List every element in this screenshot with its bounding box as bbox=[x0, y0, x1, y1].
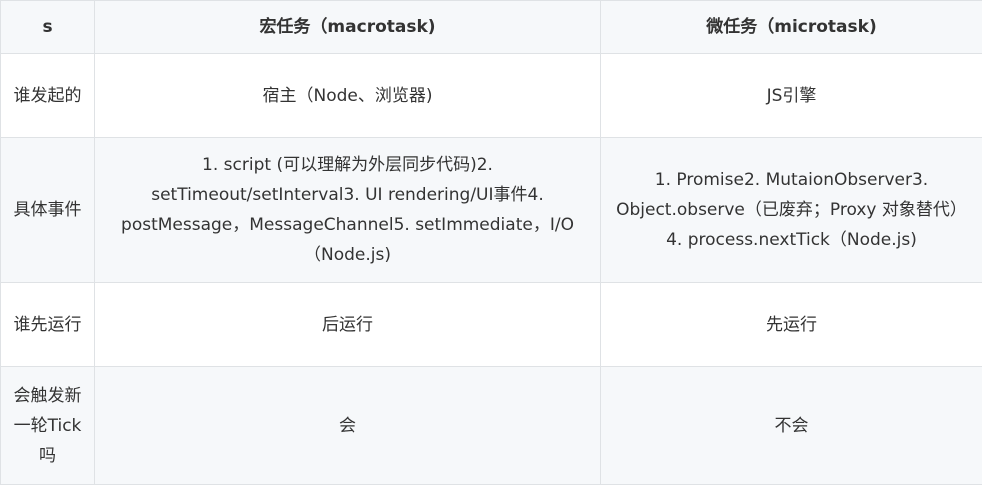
header-cell-corner: s bbox=[1, 1, 95, 54]
macrotask-cell: 1. script (可以理解为外层同步代码)2. setTimeout/set… bbox=[95, 138, 601, 283]
row-label: 谁先运行 bbox=[1, 283, 95, 367]
table-row: 会触发新一轮Tick吗 会 不会 bbox=[1, 367, 982, 485]
header-row: s 宏任务（macrotask) 微任务（microtask) bbox=[1, 1, 982, 54]
table-row: 具体事件 1. script (可以理解为外层同步代码)2. setTimeou… bbox=[1, 138, 982, 283]
table-row: 谁发起的 宿主（Node、浏览器) JS引擎 bbox=[1, 54, 982, 138]
microtask-cell: 1. Promise2. MutaionObserver3. Object.ob… bbox=[601, 138, 982, 283]
macrotask-cell: 宿主（Node、浏览器) bbox=[95, 54, 601, 138]
header-cell-macrotask: 宏任务（macrotask) bbox=[95, 1, 601, 54]
comparison-table: s 宏任务（macrotask) 微任务（microtask) 谁发起的 宿主（… bbox=[0, 0, 982, 485]
table-body: 谁发起的 宿主（Node、浏览器) JS引擎 具体事件 1. script (可… bbox=[1, 54, 982, 485]
macrotask-cell: 会 bbox=[95, 367, 601, 485]
microtask-cell: 不会 bbox=[601, 367, 982, 485]
row-label: 谁发起的 bbox=[1, 54, 95, 138]
microtask-cell: JS引擎 bbox=[601, 54, 982, 138]
row-label: 具体事件 bbox=[1, 138, 95, 283]
table-row: 谁先运行 后运行 先运行 bbox=[1, 283, 982, 367]
header-cell-microtask: 微任务（microtask) bbox=[601, 1, 982, 54]
macrotask-cell: 后运行 bbox=[95, 283, 601, 367]
table-header: s 宏任务（macrotask) 微任务（microtask) bbox=[1, 1, 982, 54]
microtask-cell: 先运行 bbox=[601, 283, 982, 367]
row-label: 会触发新一轮Tick吗 bbox=[1, 367, 95, 485]
